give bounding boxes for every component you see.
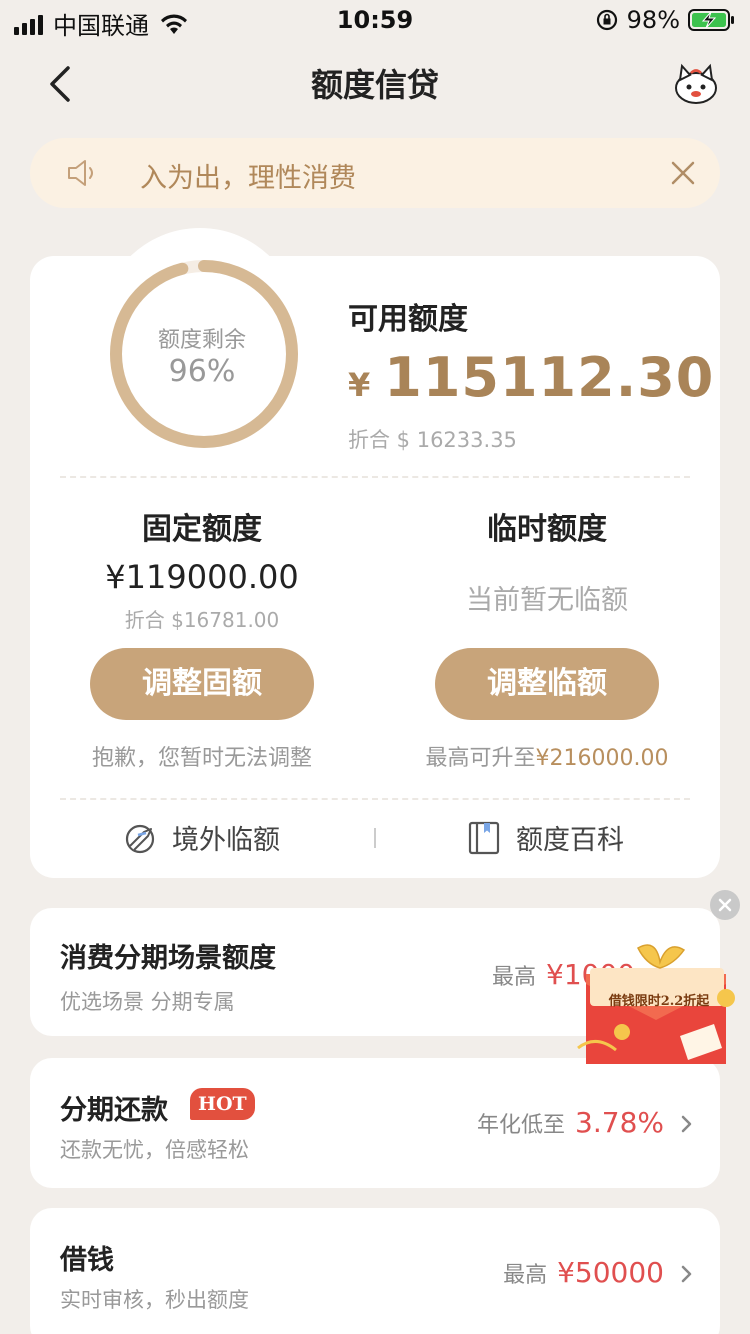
- available-amount: ¥ 115112.30: [348, 346, 714, 409]
- notice-banner: 入为出，理性消费: [30, 138, 720, 208]
- credit-encyclopedia-label: 额度百科: [516, 825, 624, 856]
- temporary-title: 临时额度: [487, 512, 607, 547]
- credit-encyclopedia-link[interactable]: 额度百科: [466, 818, 624, 857]
- available-amount-value: 115112.30: [384, 346, 715, 409]
- promo-close-icon[interactable]: [710, 890, 740, 920]
- list-item-right-label: 最高: [503, 1263, 548, 1288]
- list-item-right: 最高 ¥50000: [503, 1256, 664, 1289]
- close-icon[interactable]: [668, 158, 698, 188]
- nav-bar: 额度信贷: [0, 50, 750, 116]
- available-title: 可用额度: [348, 302, 468, 337]
- mascot-avatar-icon[interactable]: [672, 60, 720, 108]
- ring-label: 额度剩余: [157, 328, 246, 353]
- list-item-right-value: ¥50000: [557, 1256, 664, 1289]
- list-item-subtitle: 优选场景 分期专属: [60, 990, 235, 1014]
- hot-badge: HOT: [190, 1088, 255, 1120]
- speaker-icon: [68, 160, 93, 186]
- adjust-fixed-button[interactable]: 调整固额: [90, 648, 314, 720]
- fixed-usd: 折合 $16781.00: [124, 608, 280, 632]
- ring-percent: 96%: [168, 354, 236, 389]
- list-item-right-label: 最高: [492, 965, 537, 990]
- fixed-title: 固定额度: [142, 512, 262, 547]
- fixed-note: 抱歉，您暂时无法调整: [91, 746, 312, 771]
- overseas-temp-link[interactable]: 境外临额: [122, 818, 280, 857]
- status-bar: 中国联通 10:59 98%: [0, 0, 750, 40]
- book-icon: [468, 821, 500, 854]
- chevron-right-icon: [681, 1115, 692, 1133]
- plane-globe-icon: [125, 824, 155, 853]
- notice-text: 入为出，理性消费: [140, 163, 356, 194]
- list-item-right-label: 年化低至: [477, 1113, 566, 1138]
- list-item-installment-repay[interactable]: 分期还款 HOT 还款无忧，倍感轻松 年化低至 3.78%: [30, 1058, 720, 1188]
- close-icon: [718, 898, 732, 912]
- adjust-temporary-button[interactable]: 调整临额: [435, 648, 659, 720]
- divider: [60, 798, 690, 800]
- separator: [374, 828, 376, 848]
- temporary-note-prefix: 最高可升至: [425, 746, 536, 771]
- list-item-subtitle: 还款无忧，倍感轻松: [60, 1138, 249, 1162]
- temporary-note-amount: ¥216000.00: [535, 746, 669, 771]
- rotation-lock-icon: [596, 9, 617, 31]
- available-usd: 折合 $ 16233.35: [348, 428, 517, 452]
- temporary-status: 当前暂无临额: [466, 585, 628, 616]
- temporary-note: 最高可升至¥216000.00: [397, 740, 697, 772]
- list-item-title: 分期还款: [60, 1095, 168, 1126]
- list-item-title: 借钱: [60, 1245, 114, 1276]
- overseas-temp-label: 境外临额: [172, 825, 280, 856]
- fixed-amount: ¥119000.00: [105, 558, 299, 596]
- battery-charging-icon: [688, 9, 734, 31]
- list-item-borrow[interactable]: 借钱 实时审核，秒出额度 最高 ¥50000: [30, 1208, 720, 1334]
- battery-percent: 98%: [626, 6, 680, 34]
- promo-text: 借钱限时2.2折起: [608, 994, 710, 1009]
- list-item-right: 年化低至 3.78%: [477, 1106, 664, 1139]
- currency-symbol: ¥: [348, 366, 371, 404]
- list-item-right-value: 3.78%: [575, 1106, 664, 1139]
- list-item-title: 消费分期场景额度: [60, 943, 276, 974]
- page-title: 额度信贷: [310, 66, 439, 104]
- list-item-subtitle: 实时审核，秒出额度: [60, 1288, 249, 1312]
- chevron-right-icon: [681, 1265, 692, 1283]
- divider: [60, 476, 690, 478]
